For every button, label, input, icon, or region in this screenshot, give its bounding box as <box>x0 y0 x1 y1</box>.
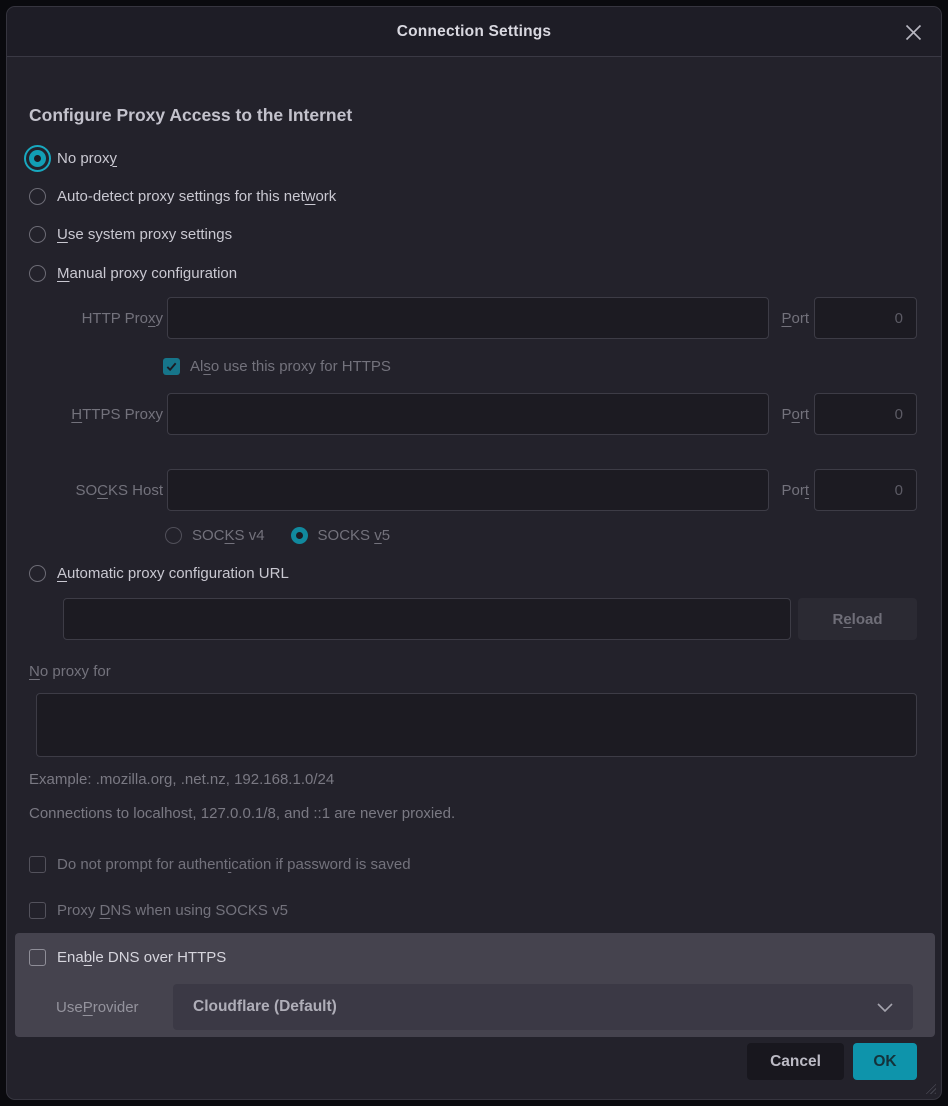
provider-dropdown[interactable]: Cloudflare (Default) <box>173 984 913 1030</box>
no-proxy-for-label: No proxy for <box>29 663 111 680</box>
enable-doh-row[interactable]: Enable DNS over HTTPS <box>29 945 226 969</box>
connection-settings-dialog: Connection Settings Configure Proxy Acce… <box>6 6 942 1100</box>
auto-url-input[interactable] <box>63 598 791 640</box>
also-https-row[interactable]: Also use this proxy for HTTPS <box>163 354 391 378</box>
no-prompt-auth-row[interactable]: Do not prompt for authentication if pass… <box>29 852 411 876</box>
socks-version-row: SOCKS v4 SOCKS v5 <box>165 523 390 547</box>
radio-auto-url-label: Automatic proxy configuration URL <box>57 565 289 582</box>
radio-auto-detect-label: Auto-detect proxy settings for this netw… <box>57 188 336 205</box>
provider-dropdown-value: Cloudflare (Default) <box>193 998 337 1016</box>
radio-row-no-proxy[interactable]: No proxy <box>29 146 117 170</box>
reload-button[interactable]: Reload <box>798 598 917 640</box>
radio-row-system-proxy[interactable]: Use system proxy settings <box>29 222 232 246</box>
radio-auto-url[interactable] <box>29 565 46 582</box>
radio-manual-proxy-label: Manual proxy configuration <box>57 265 237 282</box>
radio-manual-proxy[interactable] <box>29 265 46 282</box>
proxy-dns-label: Proxy DNS when using SOCKS v5 <box>57 902 288 919</box>
page-title: Configure Proxy Access to the Internet <box>29 105 352 126</box>
resize-grip[interactable] <box>923 1081 936 1094</box>
chevron-down-icon <box>877 1003 893 1012</box>
https-proxy-label: HTTPS Proxy <box>29 393 163 435</box>
cancel-button[interactable]: Cancel <box>747 1043 844 1080</box>
no-prompt-auth-label: Do not prompt for authentication if pass… <box>57 856 411 873</box>
https-port-label: Port <box>765 393 809 435</box>
enable-doh-checkbox[interactable] <box>29 949 46 966</box>
http-port-input[interactable] <box>814 297 917 339</box>
screen: Connection Settings Configure Proxy Acce… <box>0 0 948 1106</box>
use-provider-label: Use Provider <box>56 984 139 1030</box>
proxy-dns-row[interactable]: Proxy DNS when using SOCKS v5 <box>29 898 288 922</box>
socks-v4-label: SOCKS v4 <box>192 527 265 544</box>
radio-socks-v5[interactable] <box>291 527 308 544</box>
radio-row-manual-proxy[interactable]: Manual proxy configuration <box>29 261 237 285</box>
socks-host-input[interactable] <box>167 469 769 511</box>
no-prompt-auth-checkbox[interactable] <box>29 856 46 873</box>
localhost-note-text: Connections to localhost, 127.0.0.1/8, a… <box>29 805 455 822</box>
radio-no-proxy[interactable] <box>29 150 46 167</box>
also-https-checkbox[interactable] <box>163 358 180 375</box>
radio-socks-v4[interactable] <box>165 527 182 544</box>
radio-row-auto-url[interactable]: Automatic proxy configuration URL <box>29 561 289 585</box>
close-icon[interactable] <box>901 20 925 44</box>
radio-row-auto-detect[interactable]: Auto-detect proxy settings for this netw… <box>29 184 336 208</box>
radio-system-proxy-label: Use system proxy settings <box>57 226 232 243</box>
dialog-title: Connection Settings <box>397 23 552 41</box>
radio-no-proxy-label: No proxy <box>57 150 117 167</box>
no-proxy-for-textarea[interactable] <box>36 693 917 757</box>
socks-host-label: SOCKS Host <box>29 469 163 511</box>
socks-v5-label: SOCKS v5 <box>318 527 391 544</box>
https-port-input[interactable] <box>814 393 917 435</box>
socks-port-input[interactable] <box>814 469 917 511</box>
radio-auto-detect[interactable] <box>29 188 46 205</box>
https-proxy-input[interactable] <box>167 393 769 435</box>
http-proxy-input[interactable] <box>167 297 769 339</box>
also-https-label: Also use this proxy for HTTPS <box>190 358 391 375</box>
proxy-dns-checkbox[interactable] <box>29 902 46 919</box>
http-proxy-label: HTTP Proxy <box>29 297 163 339</box>
dialog-titlebar: Connection Settings <box>7 7 941 57</box>
socks-port-label: Port <box>765 469 809 511</box>
enable-doh-label: Enable DNS over HTTPS <box>57 949 226 966</box>
ok-button[interactable]: OK <box>853 1043 917 1080</box>
no-proxy-example-text: Example: .mozilla.org, .net.nz, 192.168.… <box>29 771 334 788</box>
http-port-label: Port <box>765 297 809 339</box>
radio-system-proxy[interactable] <box>29 226 46 243</box>
